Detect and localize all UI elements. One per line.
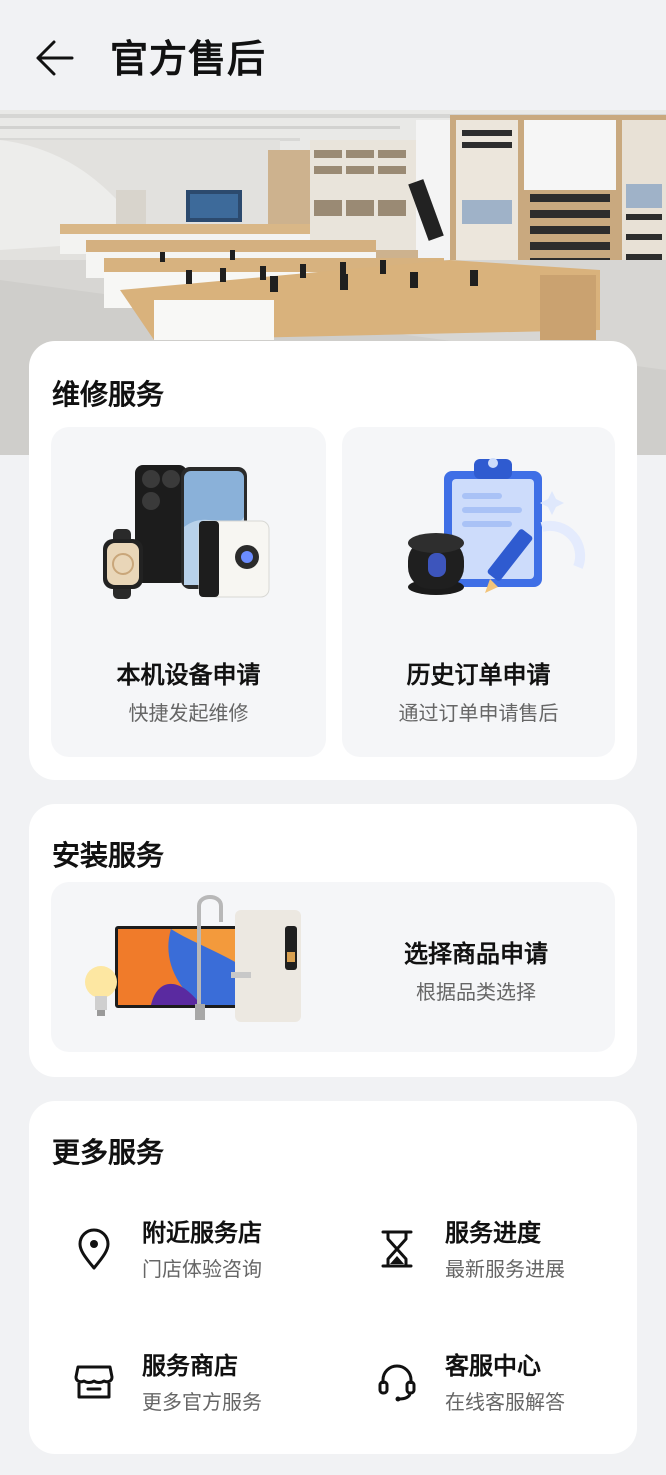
order-repair-subtitle: 通过订单申请售后 (398, 701, 559, 725)
nearby-store-item[interactable]: 附近服务店 门店体验咨询 (74, 1213, 344, 1303)
devices-illustration (103, 465, 270, 599)
more-section-title: 更多服务 (52, 1136, 165, 1169)
nearby-store-label: 附近服务店 (142, 1219, 262, 1247)
install-service-card: 安装服务 选择商品申请 根据品类选择 (29, 804, 637, 1077)
appliances-illustration (85, 895, 301, 1022)
service-progress-item[interactable]: 服务进度 最新服务进展 (377, 1213, 647, 1303)
customer-center-item[interactable]: 客服中心 在线客服解答 (377, 1346, 647, 1436)
hourglass-icon (377, 1227, 417, 1271)
service-progress-subtitle: 最新服务进展 (445, 1257, 565, 1281)
page-title: 官方售后 (110, 37, 267, 81)
select-product-tile[interactable]: 选择商品申请 根据品类选择 (51, 882, 615, 1052)
device-repair-tile[interactable]: 本机设备申请 快捷发起维修 (51, 427, 326, 757)
store-icon (74, 1360, 114, 1404)
select-product-subtitle: 根据品类选择 (416, 980, 536, 1004)
app-header: 官方售后 (0, 0, 666, 110)
repair-service-card: 维修服务 本机设备申请 快捷发起维修 历史订单申请 通过订单申请售后 (29, 341, 637, 780)
select-product-title: 选择商品申请 (404, 940, 548, 968)
order-repair-title: 历史订单申请 (406, 661, 551, 689)
customer-center-label: 客服中心 (445, 1352, 541, 1380)
service-store-subtitle: 更多官方服务 (142, 1390, 262, 1414)
arrow-left-icon (36, 40, 74, 76)
more-services-card: 更多服务 附近服务店 门店体验咨询 服务进度 最新服务进展 服务商店 更多官方服… (29, 1101, 637, 1454)
repair-section-title: 维修服务 (52, 378, 165, 411)
clipboard-illustration (408, 458, 586, 595)
service-progress-label: 服务进度 (445, 1219, 541, 1247)
device-repair-title: 本机设备申请 (116, 661, 261, 689)
back-button[interactable] (26, 30, 82, 86)
nearby-store-subtitle: 门店体验咨询 (142, 1257, 262, 1281)
customer-center-subtitle: 在线客服解答 (445, 1390, 565, 1414)
location-pin-icon (74, 1227, 114, 1271)
install-section-title: 安装服务 (52, 839, 165, 872)
service-store-label: 服务商店 (142, 1352, 238, 1380)
order-repair-tile[interactable]: 历史订单申请 通过订单申请售后 (342, 427, 615, 757)
headset-icon (377, 1360, 417, 1404)
device-repair-subtitle: 快捷发起维修 (128, 701, 249, 725)
service-store-item[interactable]: 服务商店 更多官方服务 (74, 1346, 344, 1436)
